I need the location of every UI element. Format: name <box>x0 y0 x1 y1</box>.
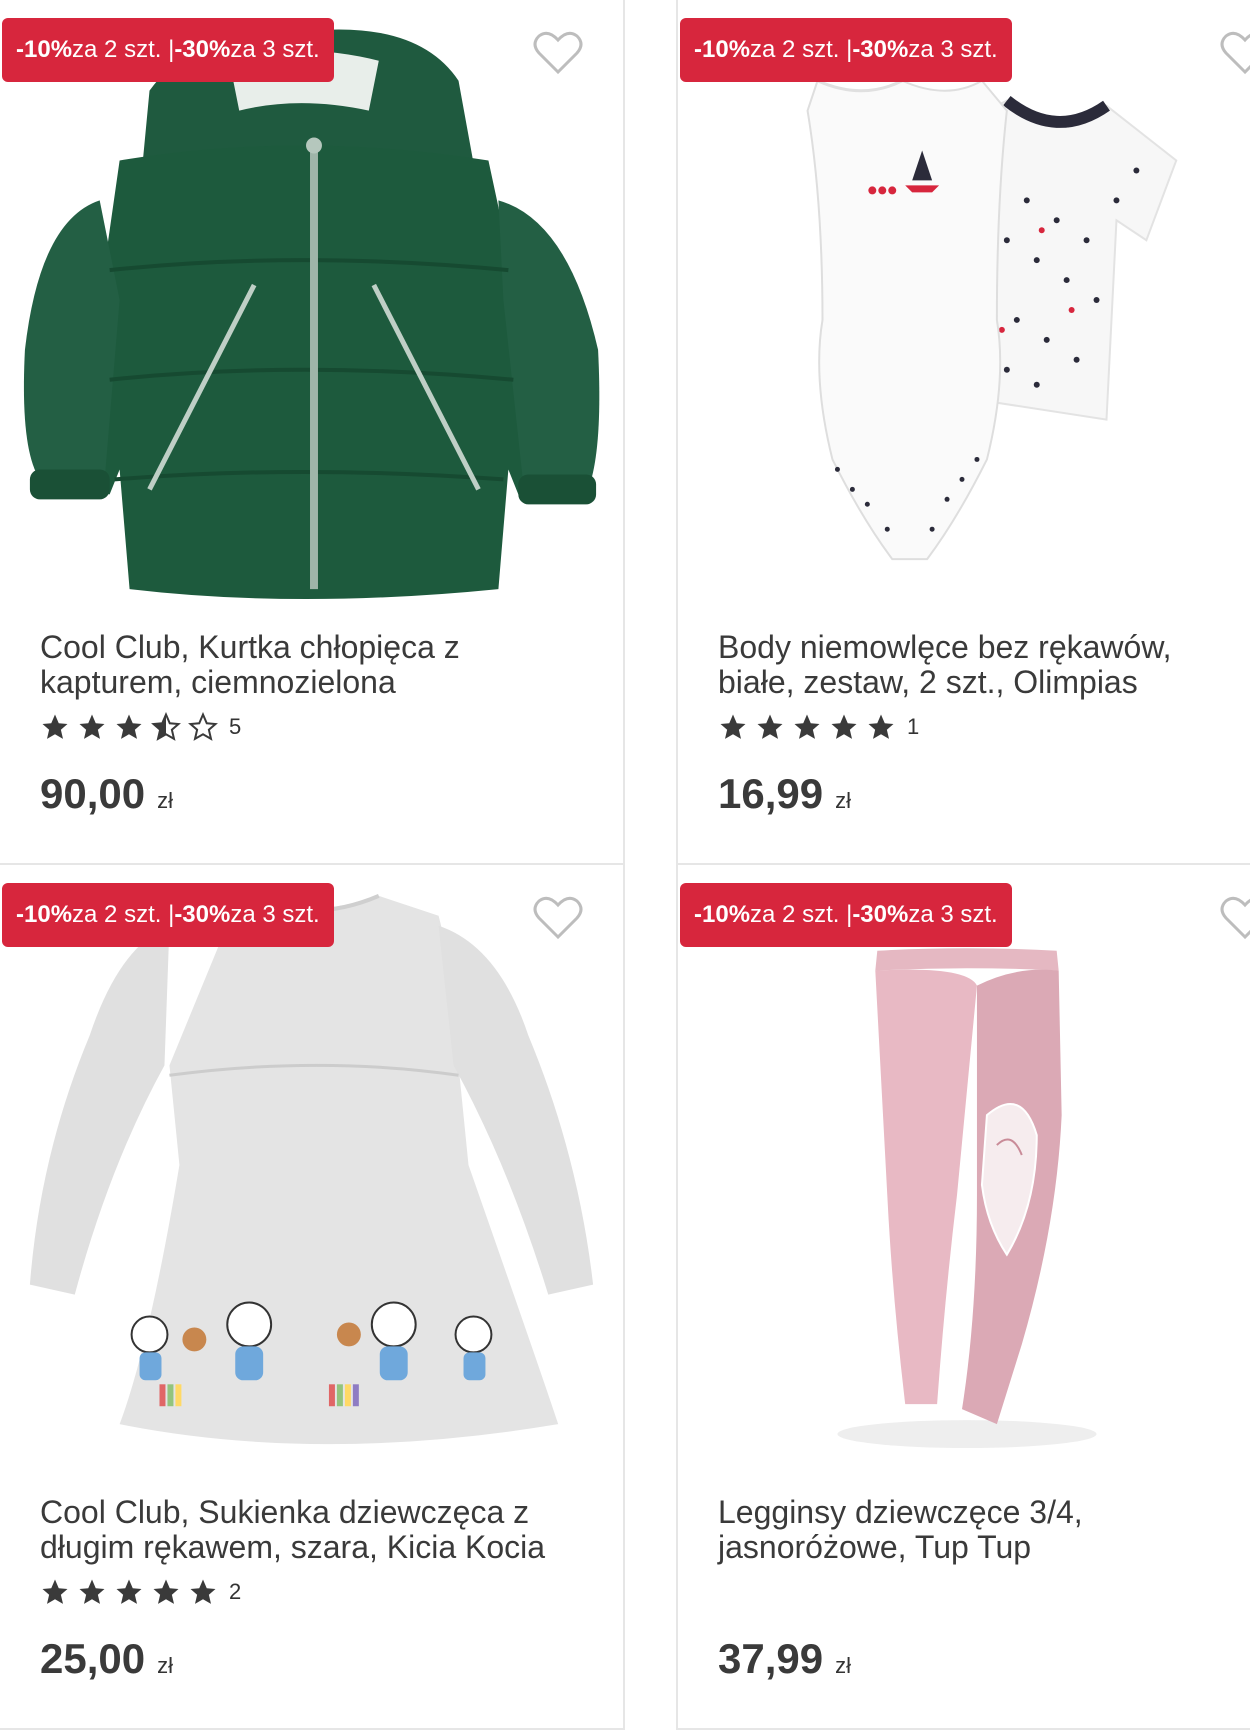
rating-count: 2 <box>229 1579 242 1604</box>
rating: 2 <box>40 1577 241 1607</box>
price-amount: 16,99 <box>718 770 824 817</box>
price: 25,00 zł <box>40 1635 173 1683</box>
price: 37,99 zł <box>718 1635 851 1683</box>
price-amount: 90,00 <box>40 770 146 817</box>
star-full-icon <box>79 1579 105 1604</box>
price: 16,99 zł <box>718 770 851 818</box>
star-full-icon <box>116 1579 142 1604</box>
product-title[interactable]: Cool Club, Kurtka chłopięca z kapturem, … <box>40 630 580 700</box>
star-full-icon <box>116 714 142 739</box>
star-full-icon <box>42 714 68 739</box>
star-half-icon <box>151 712 181 741</box>
price-currency: zł <box>835 788 851 813</box>
product-image-dress[interactable] <box>0 865 623 1465</box>
product-card[interactable]: -10% za 2 szt. | -30% za 3 szt. Body nie… <box>676 0 1250 865</box>
star-empty-icon <box>188 712 218 741</box>
heart-icon[interactable] <box>533 895 583 941</box>
rating-count: 5 <box>229 714 242 739</box>
star-full-icon <box>153 1579 179 1604</box>
heart-icon[interactable] <box>1220 30 1250 76</box>
product-card[interactable]: -10% za 2 szt. | -30% za 3 szt. Cool Clu… <box>0 865 625 1730</box>
promo-badge: -10% za 2 szt. | -30% za 3 szt. <box>680 883 1012 947</box>
price-amount: 25,00 <box>40 1635 146 1682</box>
price-currency: zł <box>157 1653 173 1678</box>
promo-badge: -10% za 2 szt. | -30% za 3 szt. <box>2 18 334 82</box>
price-amount: 37,99 <box>718 1635 824 1682</box>
star-full-icon <box>831 714 857 739</box>
heart-icon[interactable] <box>1220 895 1250 941</box>
price-currency: zł <box>157 788 173 813</box>
price: 90,00 zł <box>40 770 173 818</box>
product-title[interactable]: Cool Club, Sukienka dziewczęca z długim … <box>40 1495 580 1565</box>
product-image-leggings[interactable] <box>678 865 1250 1465</box>
heart-icon[interactable] <box>533 30 583 76</box>
star-full-icon <box>868 714 894 739</box>
product-card[interactable]: -10% za 2 szt. | -30% za 3 szt. Cool Clu… <box>0 0 625 865</box>
product-title[interactable]: Legginsy dziewczęce 3/4, jasnoróżowe, Tu… <box>718 1495 1218 1565</box>
product-title[interactable]: Body niemowlęce bez rękawów, białe, zest… <box>718 630 1218 700</box>
rating-count: 1 <box>907 714 920 739</box>
product-image-jacket[interactable] <box>0 0 623 600</box>
star-full-icon <box>757 714 783 739</box>
rating: 1 <box>718 712 919 742</box>
promo-badge: -10% za 2 szt. | -30% za 3 szt. <box>680 18 1012 82</box>
star-full-icon <box>720 714 746 739</box>
star-full-icon <box>190 1579 216 1604</box>
star-full-icon <box>79 714 105 739</box>
product-image-bodysuits[interactable] <box>678 0 1250 600</box>
star-full-icon <box>42 1579 68 1604</box>
price-currency: zł <box>835 1653 851 1678</box>
rating: 5 <box>40 712 241 742</box>
promo-badge: -10% za 2 szt. | -30% za 3 szt. <box>2 883 334 947</box>
product-card[interactable]: -10% za 2 szt. | -30% za 3 szt. Legginsy… <box>676 865 1250 1730</box>
grid-gap <box>625 0 676 1730</box>
star-full-icon <box>794 714 820 739</box>
